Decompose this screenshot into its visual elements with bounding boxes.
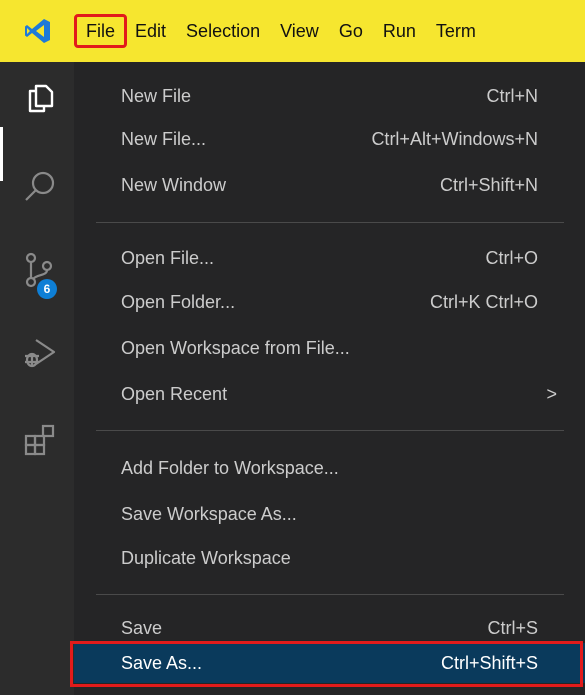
menu-item-label: Open Workspace from File...: [121, 337, 350, 358]
menu-item-label: Save Workspace As...: [121, 503, 297, 524]
menu-item-save-workspace-as[interactable]: Save Workspace As...: [74, 494, 585, 534]
menu-item-shortcut: Ctrl+O: [485, 247, 538, 268]
menu-item-new-file-dialog[interactable]: New File... Ctrl+Alt+Windows+N: [74, 119, 585, 159]
menu-item-duplicate-workspace[interactable]: Duplicate Workspace: [74, 538, 585, 578]
menu-item-open-workspace[interactable]: Open Workspace from File...: [74, 328, 585, 368]
menu-item-new-file[interactable]: New File Ctrl+N: [74, 76, 585, 116]
menu-bar: File Edit Selection View Go Run Term: [0, 0, 585, 62]
menu-go[interactable]: Go: [329, 16, 373, 46]
menu-item-label: Add Folder to Workspace...: [121, 457, 339, 478]
search-icon[interactable]: [22, 169, 58, 205]
menu-item-shortcut: Ctrl+Shift+N: [439, 174, 538, 195]
file-menu-dropdown: New File Ctrl+N New File... Ctrl+Alt+Win…: [74, 62, 585, 695]
menu-item-add-folder-to-workspace[interactable]: Add Folder to Workspace...: [74, 448, 585, 488]
menu-item-open-folder[interactable]: Open Folder... Ctrl+K Ctrl+O: [74, 282, 585, 322]
extensions-icon[interactable]: [22, 422, 58, 458]
menu-item-label: Open Folder...: [121, 291, 236, 312]
menu-item-shortcut: Ctrl+Alt+Windows+N: [371, 128, 538, 149]
menu-item-label: New Window: [121, 174, 227, 195]
menu-run[interactable]: Run: [373, 16, 426, 46]
menu-item-open-recent[interactable]: Open Recent >: [74, 374, 585, 414]
run-debug-icon[interactable]: [22, 334, 58, 370]
vscode-logo-icon: [18, 0, 58, 62]
menu-item-label: New File: [121, 85, 192, 106]
menu-selection[interactable]: Selection: [176, 16, 270, 46]
menu-item-shortcut: Ctrl+N: [486, 85, 538, 106]
menu-terminal[interactable]: Term: [426, 16, 486, 46]
menu-edit[interactable]: Edit: [125, 16, 176, 46]
menu-item-shortcut: Ctrl+K Ctrl+O: [429, 291, 538, 312]
menu-item-label: New File...: [121, 128, 207, 149]
menu-item-label: Save: [121, 617, 163, 638]
scm-badge: 6: [37, 279, 57, 299]
menu-view[interactable]: View: [270, 16, 329, 46]
menu-item-label: Save As...: [121, 652, 203, 673]
menu-item-label: Open Recent: [121, 383, 228, 404]
menu-item-open-file[interactable]: Open File... Ctrl+O: [74, 238, 585, 278]
chevron-right-icon: >: [546, 383, 557, 404]
menu-item-shortcut: Ctrl+Shift+S: [440, 652, 538, 673]
menu-separator: [96, 222, 564, 223]
menu-item-label: Open File...: [121, 247, 215, 268]
menu-item-label: Duplicate Workspace: [121, 547, 291, 568]
menu-separator: [96, 430, 564, 431]
active-indicator: [0, 127, 3, 181]
menu-item-new-window[interactable]: New Window Ctrl+Shift+N: [74, 165, 585, 205]
menu-item-save[interactable]: Save Ctrl+S: [74, 608, 585, 648]
activity-bar: 6: [0, 62, 74, 695]
menu-separator: [96, 594, 564, 595]
menu-file[interactable]: File: [73, 14, 128, 48]
explorer-icon[interactable]: [22, 80, 58, 116]
menu-item-save-as[interactable]: Save As... Ctrl+Shift+S: [74, 643, 585, 683]
menu-item-shortcut: Ctrl+S: [487, 617, 538, 638]
